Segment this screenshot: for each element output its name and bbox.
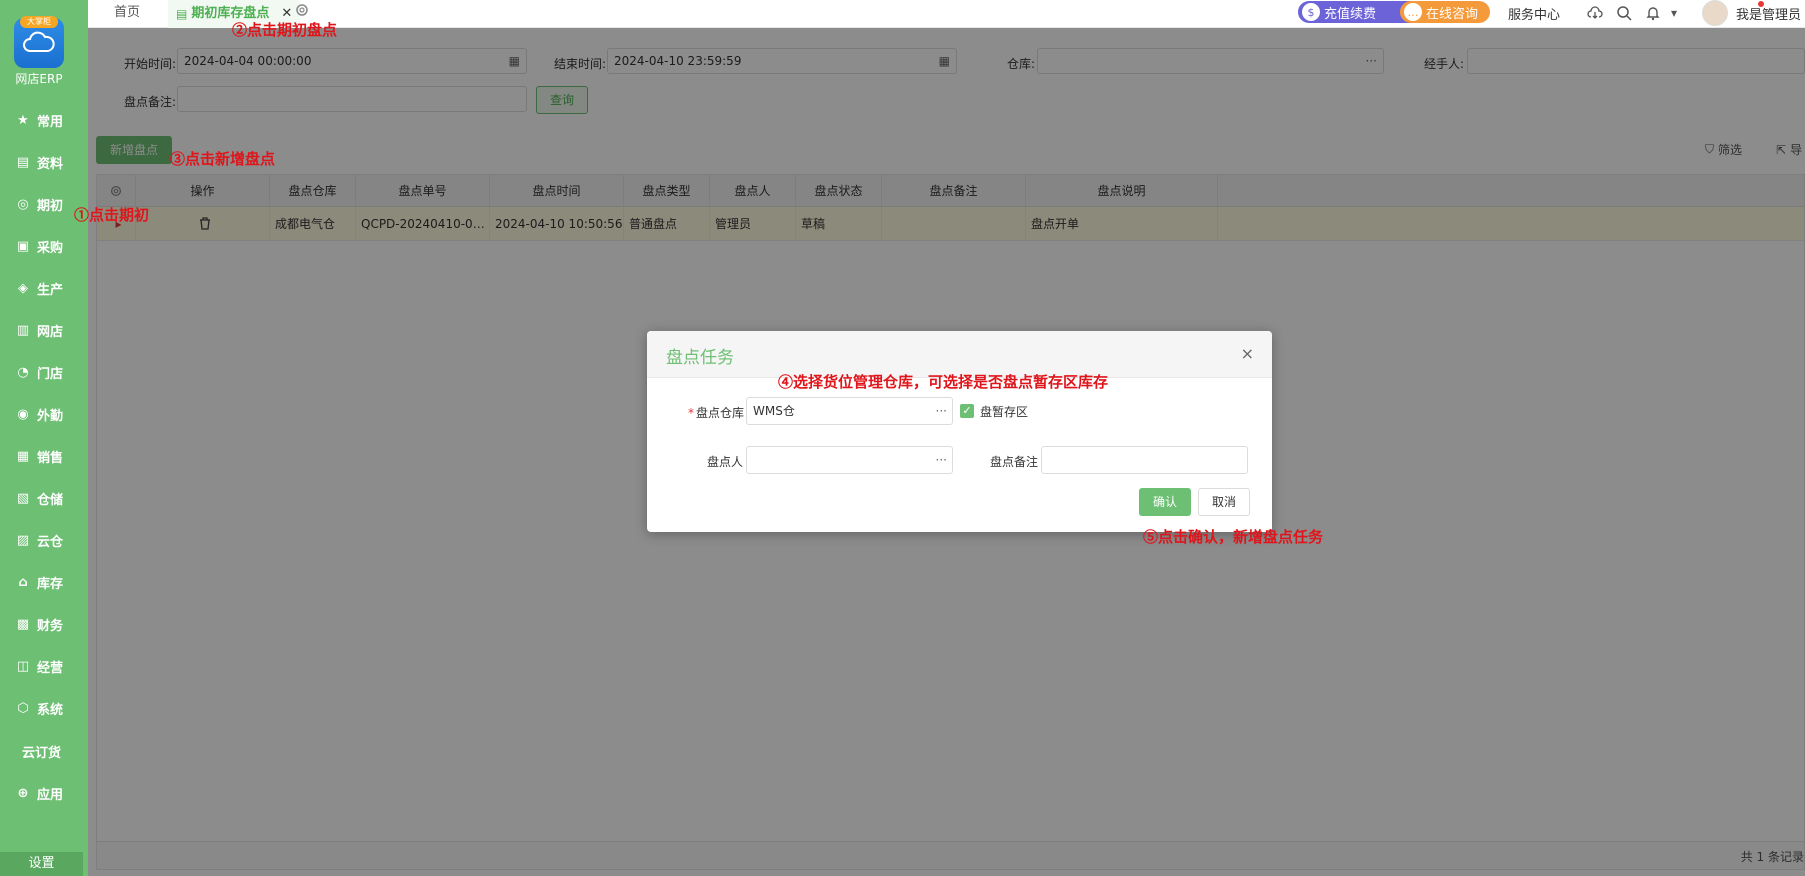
confirm-button[interactable]: 确认 — [1139, 488, 1191, 516]
temp-area-label[interactable]: 盘暂存区 — [980, 403, 1028, 420]
consult-label: 在线咨询 — [1426, 6, 1479, 22]
sidebar-item-label: 销售 — [37, 450, 64, 466]
sidebar-item-10[interactable]: ▨ 云仓 — [0, 525, 88, 555]
warehouse-value: WMS仓 — [753, 404, 795, 418]
annotation-step-5: ⑤点击确认，新增盘点任务 — [1143, 528, 1324, 546]
sidebar-item-label: 期初 — [37, 198, 64, 214]
more-icon[interactable]: ··· — [936, 447, 947, 473]
cart-icon: ▣ — [16, 238, 30, 254]
sidebar-item-label: 应用 — [37, 787, 64, 803]
bell-icon[interactable] — [1643, 3, 1663, 23]
store-icon: ◔ — [17, 364, 29, 380]
circle-icon: ◎ — [17, 196, 29, 212]
sidebar-item-14[interactable]: ⬡ 系统 — [0, 693, 88, 723]
sidebar-item-label: 仓储 — [37, 492, 64, 508]
star-icon: ★ — [17, 112, 29, 128]
sidebar-item-label: 生产 — [37, 282, 64, 298]
sidebar-item-label: 门店 — [37, 366, 64, 382]
chat-icon: … — [1404, 3, 1422, 21]
warehouse-select[interactable]: WMS仓 ··· — [746, 397, 953, 425]
temp-area-checkbox[interactable]: ✓ — [960, 404, 974, 418]
sidebar-item-label: 常用 — [37, 114, 64, 130]
sidebar-item-label: 资料 — [37, 156, 64, 172]
close-icon[interactable]: × — [1241, 344, 1254, 363]
sidebar-item-label: 经营 — [37, 660, 64, 676]
sidebar-item-label: 采购 — [37, 240, 64, 256]
target-icon: ◉ — [17, 406, 29, 422]
annotation-step-3: ③点击新增盘点 — [170, 150, 276, 168]
person-field-label: 盘点人 — [707, 455, 744, 469]
plus-icon: ⊕ — [17, 785, 29, 801]
sidebar: 大掌柜 网店ERP ★ 常用 ▤ 资料 ◎ 期初 ▣ 采购 ◈ 生产 ▥ 网店 ◔ 门店 ◉ 外勤 ▦ 销售 ▧ 仓储… — [0, 0, 88, 876]
settings-button[interactable]: 设置 — [0, 852, 83, 876]
sidebar-item-7[interactable]: ◉ 外勤 — [0, 399, 88, 429]
search-icon[interactable] — [1614, 3, 1634, 23]
business-icon: ◫ — [16, 658, 30, 674]
dialog-title: 盘点任务 — [666, 348, 734, 368]
tab-home[interactable]: 首页 — [114, 0, 140, 28]
top-bar: 首页 ▤ 期初库存盘点 ✕ $ 充值续费 … 在线咨询 服务中心 ▾ 我是管理员 — [88, 0, 1805, 28]
service-center-link[interactable]: 服务中心 — [1508, 4, 1560, 23]
cloud-warehouse-icon: ▨ — [16, 532, 30, 548]
remark-field-label: 盘点备注 — [990, 455, 1039, 469]
finance-icon: ▩ — [16, 616, 30, 632]
sidebar-item-11[interactable]: ⌂ 库存 — [0, 567, 88, 597]
inventory-icon: ⌂ — [18, 574, 28, 590]
cancel-button[interactable]: 取消 — [1198, 488, 1250, 516]
sidebar-item-label: 云仓 — [37, 534, 64, 550]
cloud-logo-icon — [23, 31, 55, 52]
sidebar-item-label: 系统 — [37, 702, 64, 718]
factory-icon: ◈ — [18, 280, 28, 296]
sidebar-item-label: 库存 — [37, 576, 64, 592]
cloud-download-icon[interactable] — [1585, 3, 1605, 23]
table-icon: ▤ — [176, 7, 188, 21]
sidebar-item-0[interactable]: ★ 常用 — [0, 105, 88, 135]
recharge-label: 充值续费 — [1324, 6, 1377, 22]
avatar[interactable] — [1702, 0, 1728, 26]
person-select[interactable]: ··· — [746, 446, 953, 474]
document-icon: ▤ — [16, 154, 30, 170]
sidebar-item-label: 云订货 — [22, 745, 62, 761]
sidebar-item-4[interactable]: ◈ 生产 — [0, 273, 88, 303]
sidebar-item-6[interactable]: ◔ 门店 — [0, 357, 88, 387]
sidebar-item-15[interactable]: 云订货 — [0, 736, 88, 766]
sidebar-item-12[interactable]: ▩ 财务 — [0, 609, 88, 639]
sidebar-item-3[interactable]: ▣ 采购 — [0, 231, 88, 261]
warehouse-field-text: 盘点仓库 — [696, 406, 745, 420]
sidebar-item-8[interactable]: ▦ 销售 — [0, 441, 88, 471]
sidebar-item-label: 网店 — [37, 324, 64, 340]
warehouse-field-label: * 盘点仓库 — [688, 404, 744, 421]
sidebar-item-1[interactable]: ▤ 资料 — [0, 147, 88, 177]
annotation-step-1: ①点击期初 — [74, 206, 150, 224]
consult-button[interactable]: … 在线咨询 — [1400, 1, 1490, 23]
warehouse-icon: ▧ — [16, 490, 30, 506]
system-icon: ⬡ — [17, 700, 29, 716]
sidebar-item-label: 财务 — [37, 618, 64, 634]
remark-input[interactable] — [1041, 446, 1248, 474]
sidebar-item-9[interactable]: ▧ 仓储 — [0, 483, 88, 513]
sidebar-item-13[interactable]: ◫ 经营 — [0, 651, 88, 681]
annotation-step-2: ②点击期初盘点 — [232, 21, 338, 39]
stocktake-task-dialog: 盘点任务 × * 盘点仓库 WMS仓 ··· ✓ 盘暂存区 盘点人 ··· 盘点备… — [647, 331, 1272, 532]
annotation-step-4: ④选择货位管理仓库，可选择是否盘点暂存区库存 — [778, 373, 1109, 391]
caret-down-icon[interactable]: ▾ — [1664, 3, 1684, 23]
logo-badge: 大掌柜 — [20, 16, 58, 28]
sidebar-item-5[interactable]: ▥ 网店 — [0, 315, 88, 345]
more-icon[interactable]: ··· — [936, 398, 947, 424]
sidebar-item-16[interactable]: ⊕ 应用 — [0, 778, 88, 808]
sidebar-item-label: 外勤 — [37, 408, 64, 424]
user-name[interactable]: 我是管理员 — [1736, 4, 1801, 23]
required-mark: * — [688, 406, 694, 420]
shop-icon: ▥ — [16, 322, 30, 338]
app-name: 网店ERP — [15, 72, 63, 86]
coin-icon: $ — [1302, 3, 1320, 21]
sales-icon: ▦ — [16, 448, 30, 464]
